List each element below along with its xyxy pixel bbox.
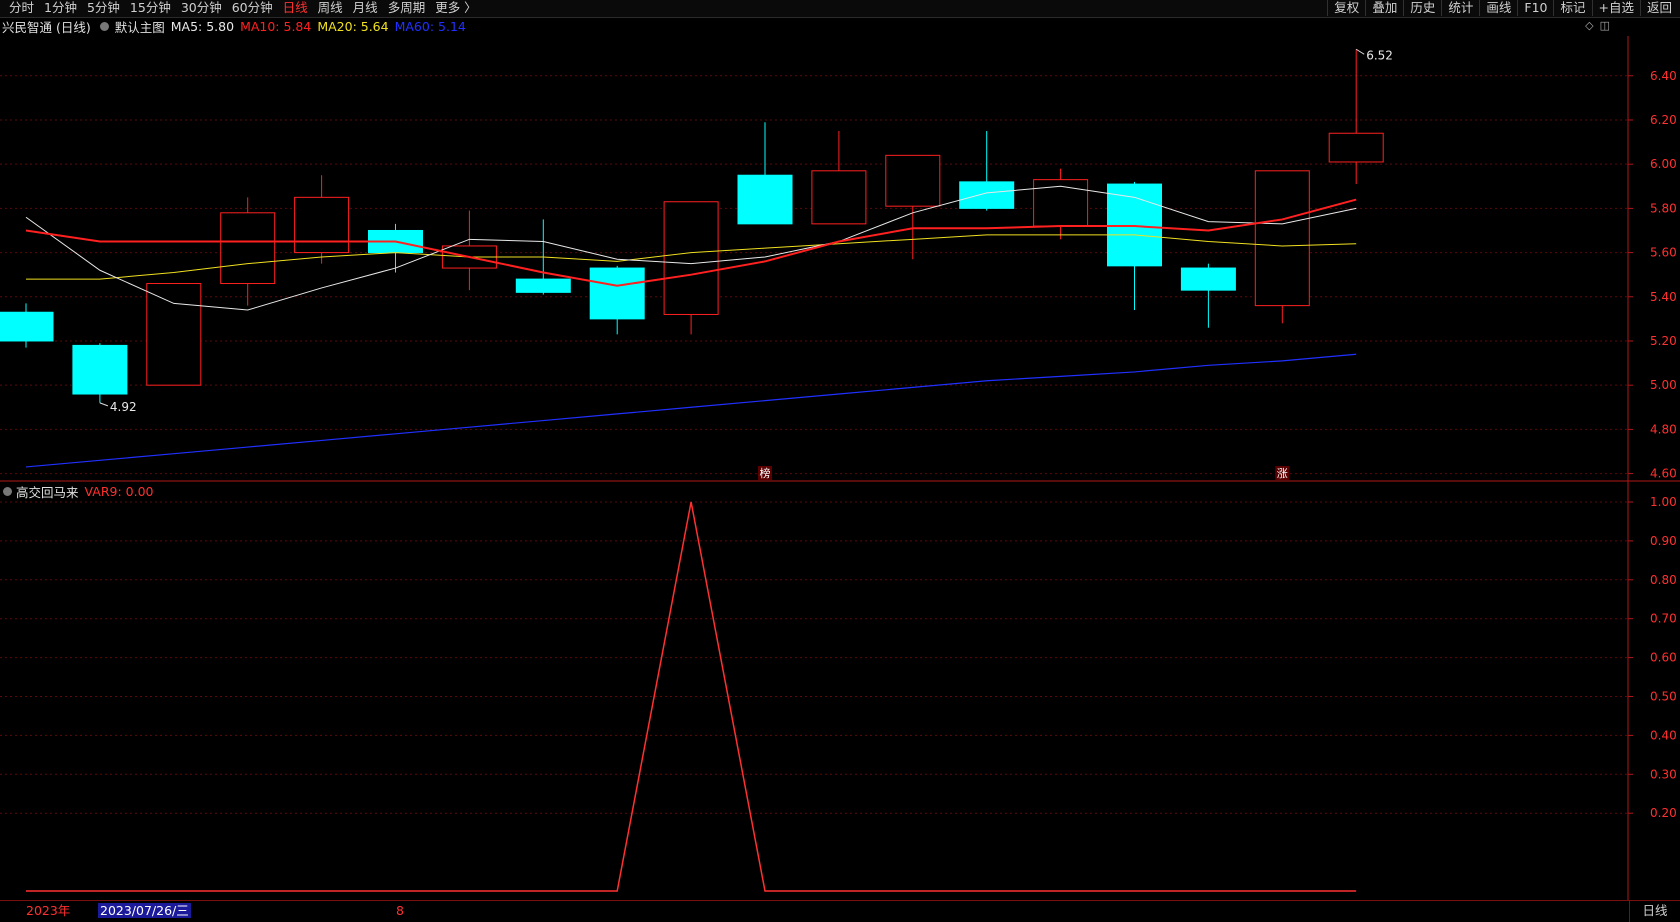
candle-body-18 [1328,132,1384,163]
candle-body-3 [220,212,276,285]
marker-text-1: 涨 [1277,467,1288,480]
price-tick-label-3: 5.80 [1650,201,1677,215]
candle-body-10 [737,174,793,225]
tab-10[interactable]: 更多 〉 [430,0,481,16]
candle-body-5 [368,229,423,254]
low-label-pointer [99,402,109,407]
ma20-line [26,234,1357,280]
tab-0[interactable]: 分时 [4,0,39,16]
indicator-var: VAR9: 0.00 [84,483,154,499]
tab-1[interactable]: 1分钟 [39,0,82,16]
candle-body-16 [1180,267,1236,291]
price-tick-label-1: 6.20 [1650,113,1677,127]
price-tick-label-2: 6.00 [1650,157,1677,171]
window-icon[interactable]: ◫ [1600,19,1610,32]
candle-body-7 [515,278,571,293]
high-price-label: 6.52 [1366,48,1393,62]
tool-button-6[interactable]: 标记 [1553,0,1591,16]
month-marker: 8 [396,903,404,918]
price-tick-label-6: 5.20 [1650,334,1677,348]
tab-5[interactable]: 60分钟 [227,0,278,16]
tool-button-5[interactable]: F10 [1517,0,1553,16]
ma5-value: MA5: 5.80 [170,18,235,34]
price-tick-label-7: 5.00 [1650,378,1677,392]
candle-body-6 [441,245,497,269]
ind-tick-label-0: 1.00 [1650,495,1677,509]
year-label: 2023年 [26,903,71,918]
tool-button-0[interactable]: 复权 [1327,0,1365,16]
candle-body-15 [1107,183,1162,267]
ma20-value: MA20: 5.64 [317,18,389,34]
price-tick-label-8: 4.80 [1650,422,1677,436]
marker-badge-1 [1275,466,1290,480]
tool-button-1[interactable]: 叠加 [1365,0,1403,16]
high-label-pointer [1355,48,1365,55]
tab-4[interactable]: 30分钟 [176,0,227,16]
candle-body-0 [0,311,54,342]
low-price-label: 4.92 [110,400,137,414]
candle-body-17 [1254,170,1310,307]
ma10-value: MA10: 5.84 [240,18,312,34]
tool-button-7[interactable]: +自选 [1591,0,1640,16]
candle-body-4 [294,196,350,254]
template-label[interactable]: 默认主图 [115,17,165,36]
tab-6[interactable]: 日线 [278,0,313,16]
tab-3[interactable]: 15分钟 [125,0,176,16]
ind-tick-label-5: 0.50 [1650,690,1677,704]
tool-button-4[interactable]: 画线 [1479,0,1517,16]
ind-tick-label-7: 0.30 [1650,767,1677,781]
marker-badge-0 [758,466,772,480]
ma5-line [25,185,1357,311]
period-tabs: 分时 1分钟 5分钟 15分钟 30分钟 60分钟 日线 周线 月线 多周期 更多 〉 [4,0,482,16]
ma60-line [25,353,1357,468]
indicator-circle-icon[interactable] [3,486,12,496]
tool-button-3[interactable]: 统计 [1441,0,1479,16]
candle-body-12 [885,154,941,207]
date-axis-bar: 2023年 2023/07/26/三 8 [0,900,1680,922]
ind-tick-label-8: 0.20 [1650,806,1677,820]
price-tick-label-4: 5.60 [1650,246,1677,260]
indicator-name[interactable]: 高交回马来 [16,482,79,501]
price-tick-label-9: 4.60 [1650,467,1677,481]
candle-body-13 [959,181,1015,209]
candle-body-1 [72,344,128,395]
top-toolbar: 分时 1分钟 5分钟 15分钟 30分钟 60分钟 日线 周线 月线 多周期 更多 〉 复权 叠加 历史… [0,0,1680,18]
price-tick-label-0: 6.40 [1650,69,1677,83]
settings-circle-icon[interactable] [99,21,109,31]
ind-tick-label-6: 0.40 [1650,728,1677,742]
tool-button-8[interactable]: 返回 [1639,0,1678,16]
tab-9[interactable]: 多周期 [383,0,431,16]
tool-menu: 复权 叠加 历史 统计 画线 F10 标记 +自选 返回 [1327,0,1678,16]
candle-body-11 [811,170,867,225]
tab-2[interactable]: 5分钟 [82,0,125,16]
tool-button-2[interactable]: 历史 [1403,0,1441,16]
candle-body-9 [663,201,719,315]
candle-body-14 [1033,179,1089,227]
price-tick-label-5: 5.40 [1650,290,1677,304]
ma60-value: MA60: 5.14 [394,18,466,34]
panel-controls: ◇ ◫ [1585,19,1610,32]
period-label: 日线 [1629,900,1680,922]
ma10-line [25,198,1357,287]
var9-line [26,501,1357,892]
indicator-legend: 高交回马来 VAR9: 0.00 [0,482,153,500]
candle-body-2 [146,283,202,386]
candle-body-8 [589,267,645,320]
tab-7[interactable]: 周线 [313,0,348,16]
stock-title: 兴民智通 (日线) [2,19,91,35]
ind-tick-label-4: 0.60 [1650,651,1677,665]
tab-8[interactable]: 月线 [348,0,383,16]
ind-tick-label-3: 0.70 [1650,612,1677,626]
date-cursor: 2023/07/26/三 [98,903,191,918]
ind-tick-label-1: 0.90 [1650,534,1677,548]
marker-text-0: 榜 [760,466,771,480]
ind-tick-label-2: 0.80 [1650,573,1677,587]
main-chart-legend: 兴民智通 (日线) 默认主图 MA5: 5.80 MA10: 5.84 MA20… [0,17,1620,35]
kline-chart[interactable]: 6.40 6.20 6.00 5.80 5.60 5.40 5.20 5.00 4.80 4.60… [0,0,1680,921]
diamond-icon[interactable]: ◇ [1585,19,1593,32]
